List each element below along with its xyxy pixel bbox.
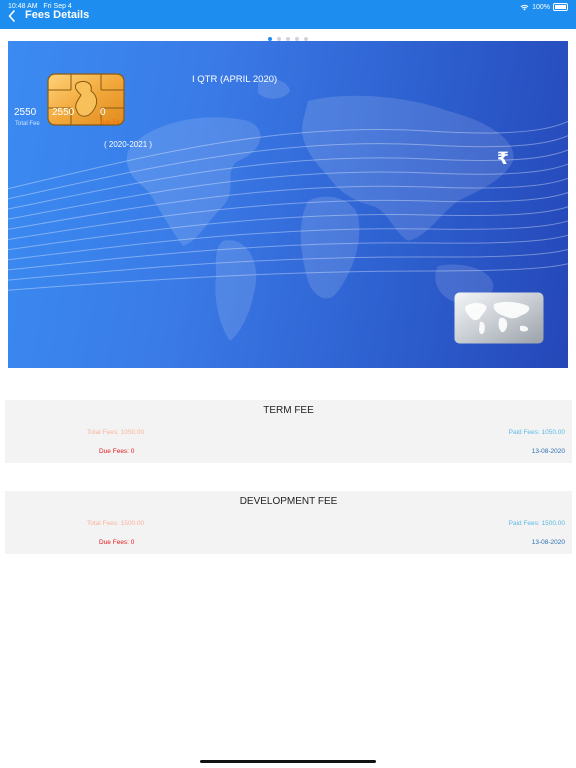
fee-due: Due Fees: 0 <box>99 448 135 455</box>
fee-paid: Paid Fees: 1050.00 <box>508 429 565 436</box>
battery-percent: 100% <box>532 3 550 11</box>
fee-card[interactable]: I QTR (APRIL 2020) 2550 2550 0 Total Fee… <box>8 41 568 368</box>
card-due-label: Due Fe <box>100 120 120 126</box>
fee-title: TERM FEE <box>263 405 314 416</box>
rupee-icon: ₹ <box>497 149 509 168</box>
card-due-amount: 0 <box>100 107 106 118</box>
fee-item-development[interactable]: DEVELOPMENT FEE Total Fees: 1500.00 Paid… <box>5 491 572 554</box>
card-paid-amount: 2550 <box>52 107 75 118</box>
nav-header: 10:48 AM Fri Sep 4 100% Fees Details <box>0 0 576 29</box>
back-button[interactable] <box>7 9 17 23</box>
home-indicator[interactable] <box>200 760 376 763</box>
card-chip-icon <box>47 73 125 126</box>
fee-title: DEVELOPMENT FEE <box>239 496 338 507</box>
battery-icon <box>553 3 568 11</box>
card-total-label: Total Fee <box>15 121 40 127</box>
page-title: Fees Details <box>25 9 90 21</box>
card-session: ( 2020-2021 ) <box>104 140 153 149</box>
status-indicators: 100% <box>520 3 568 11</box>
fee-total: Total Fees: 1500.00 <box>87 520 145 527</box>
fee-date: 13-08-2020 <box>531 539 565 546</box>
wifi-icon <box>520 4 529 10</box>
fee-item-term[interactable]: TERM FEE Total Fees: 1050.00 Paid Fees: … <box>5 400 572 463</box>
world-map-badge-icon <box>454 292 544 344</box>
fee-paid: Paid Fees: 1500.00 <box>508 520 565 527</box>
fee-total: Total Fees: 1050.00 <box>87 429 145 436</box>
fee-date: 13-08-2020 <box>531 448 565 455</box>
card-total-amount: 2550 <box>14 107 37 118</box>
card-quarter: I QTR (APRIL 2020) <box>192 74 278 85</box>
fee-due: Due Fees: 0 <box>99 539 135 546</box>
